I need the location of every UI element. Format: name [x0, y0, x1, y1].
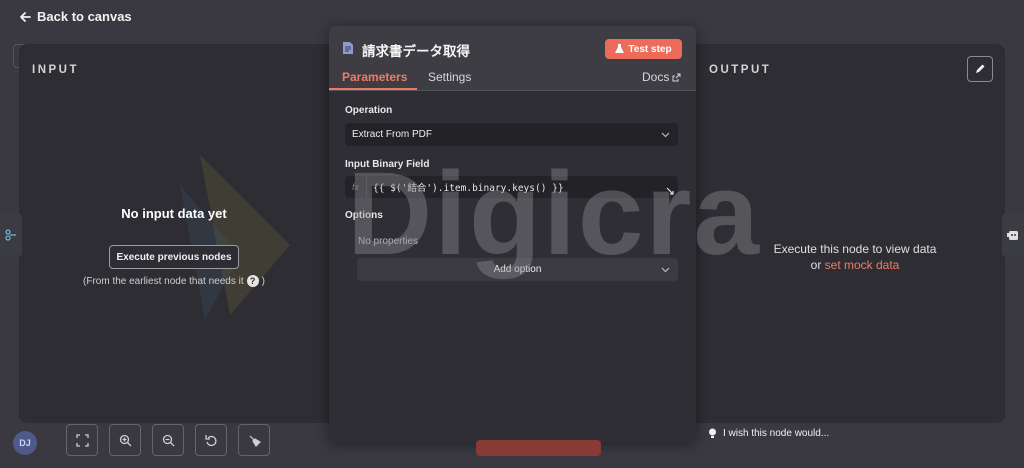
tab-docs[interactable]: Docs — [642, 70, 681, 84]
options-label: Options — [345, 210, 383, 221]
earliest-node-note-text: (From the earliest node that needs it — [83, 275, 244, 287]
add-option-label: Add option — [493, 264, 542, 275]
input-connector-handle[interactable] — [0, 213, 22, 257]
flask-icon — [615, 44, 625, 53]
execute-previous-nodes-button[interactable]: Execute previous nodes — [109, 245, 239, 269]
tidy-up-button[interactable] — [238, 424, 270, 456]
tab-settings[interactable]: Settings — [428, 70, 471, 84]
output-connector-handle[interactable] — [1002, 213, 1024, 257]
tab-parameters[interactable]: Parameters — [342, 70, 407, 84]
output-panel-label: OUTPUT — [709, 64, 772, 76]
back-to-canvas-link[interactable]: Back to canvas — [19, 9, 132, 24]
zoom-in-icon — [119, 434, 131, 446]
node-title: 請求書データ取得 — [362, 44, 470, 59]
earliest-node-note: (From the earliest node that needs it ? … — [20, 275, 328, 287]
robot-icon — [1007, 231, 1018, 240]
expand-icon[interactable] — [665, 186, 675, 196]
input-binary-field-value: {{ $('結合').item.binary.keys() }} — [373, 183, 564, 194]
execute-workflow-button[interactable] — [476, 440, 601, 456]
earliest-node-note-end: ) — [261, 275, 265, 287]
test-step-button[interactable]: Test step — [605, 39, 682, 59]
execute-node-message: Execute this node to view data — [773, 242, 937, 256]
back-to-canvas-label: Back to canvas — [37, 9, 132, 24]
edit-output-button[interactable] — [967, 56, 993, 82]
lightbulb-icon — [709, 428, 716, 438]
no-properties-text: No properties — [358, 236, 419, 247]
no-input-title: No input data yet — [121, 206, 227, 221]
expression-icon: fx — [345, 176, 367, 198]
input-binary-field-input[interactable]: fx {{ $('結合').item.binary.keys() }} — [345, 176, 678, 198]
external-link-icon — [672, 73, 681, 81]
test-step-label: Test step — [628, 43, 672, 55]
input-binary-field-label: Input Binary Field — [345, 159, 430, 170]
reset-zoom-button[interactable] — [195, 424, 227, 456]
or-text: or — [810, 258, 822, 272]
connection-icon — [5, 229, 16, 241]
file-extract-icon — [343, 42, 353, 54]
operation-label: Operation — [345, 105, 393, 116]
input-panel-label: INPUT — [32, 64, 79, 76]
pencil-icon — [976, 64, 985, 73]
zoom-out-icon — [162, 434, 174, 446]
operation-value: Extract From PDF — [352, 129, 433, 140]
node-parameters-panel: 請求書データ取得 Test step Parameters Settings D… — [329, 26, 696, 442]
feedback-label: I wish this node would... — [723, 428, 830, 439]
output-empty-message: Execute this node to view data or set mo… — [735, 241, 975, 273]
question-icon[interactable]: ? — [246, 275, 259, 287]
arrow-left-icon — [20, 11, 31, 22]
avatar[interactable]: DJ — [13, 431, 37, 455]
docs-label: Docs — [642, 70, 670, 84]
undo-icon — [204, 434, 216, 446]
zoom-in-button[interactable] — [109, 424, 141, 456]
set-mock-data-link[interactable]: set mock data — [825, 258, 900, 272]
zoom-out-button[interactable] — [152, 424, 184, 456]
feedback-link[interactable]: I wish this node would... — [708, 428, 829, 439]
chevron-down-icon — [661, 267, 670, 273]
broom-icon — [249, 435, 261, 447]
node-header: 請求書データ取得 Test step Parameters Settings D… — [329, 26, 696, 92]
fit-view-icon — [75, 433, 89, 447]
fit-view-button[interactable] — [66, 424, 98, 456]
chevron-down-icon — [661, 132, 670, 138]
add-option-dropdown[interactable]: Add option — [357, 258, 678, 281]
operation-select[interactable]: Extract From PDF — [345, 123, 678, 146]
